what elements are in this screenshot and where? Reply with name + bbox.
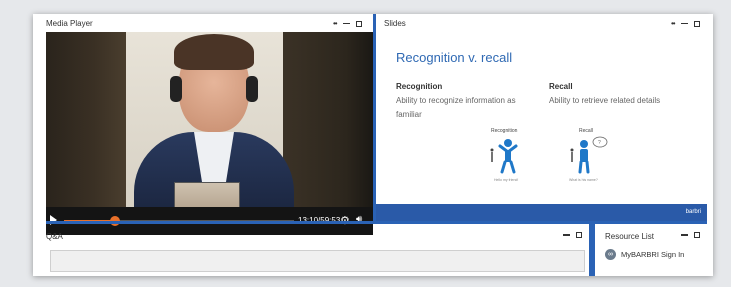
resource-list-title: Resource List (605, 232, 654, 241)
slides-window-controls: •• (671, 19, 700, 28)
recall-figure-caption: What is his name? (569, 178, 598, 182)
qa-input[interactable] (50, 250, 585, 272)
resource-item-label: MyBARBRI Sign In (621, 250, 685, 259)
minimize-icon[interactable] (681, 234, 688, 236)
app-frame: Media Player •• 13:10/59:53 ⚙ � (33, 14, 713, 276)
maximize-icon[interactable] (355, 20, 362, 27)
recall-heading: Recall (549, 82, 573, 91)
media-player-window-controls: •• (333, 19, 362, 28)
maximize-icon[interactable] (693, 20, 700, 27)
horizontal-divider[interactable] (46, 221, 707, 224)
maximize-icon[interactable] (576, 232, 582, 238)
popout-icon[interactable]: •• (333, 19, 338, 28)
resource-list-window-controls (681, 232, 700, 238)
media-player-title: Media Player (46, 19, 93, 28)
popout-icon[interactable]: •• (671, 19, 676, 28)
slide-footer: barbri (376, 204, 707, 221)
qa-title: Q&A (46, 232, 63, 241)
slide-content: Recognition v. recall Recognition Abilit… (376, 32, 707, 204)
barbri-logo: barbri (685, 209, 701, 215)
recognition-figure-label: Recognition (491, 128, 518, 134)
video-shelf-right (283, 32, 373, 207)
qa-window-controls (563, 232, 582, 238)
picture-in-picture[interactable] (174, 182, 240, 207)
recall-text: Ability to retrieve related details (549, 96, 661, 105)
minimize-icon[interactable] (563, 234, 570, 236)
maximize-icon[interactable] (694, 232, 700, 238)
headset-left (170, 76, 182, 102)
media-player: 13:10/59:53 ⚙ 🔊︎ (46, 32, 373, 235)
panel-divider-bottom[interactable] (589, 224, 595, 276)
recognition-text: Ability to recognize information as fami… (396, 96, 516, 119)
slide-heading: Recognition v. recall (396, 50, 513, 65)
recognition-figure-icon (490, 139, 518, 174)
link-icon: ∞ (605, 249, 616, 260)
recognition-heading: Recognition (396, 82, 443, 91)
recall-figure-icon: ? (570, 136, 608, 174)
video-shelf-left (46, 32, 126, 207)
video-frame[interactable] (46, 32, 373, 207)
recognition-figure-caption: Hello my friend! (494, 178, 519, 182)
minimize-icon[interactable] (680, 22, 688, 25)
presenter-hair (174, 34, 254, 70)
svg-text:?: ? (598, 140, 601, 146)
recall-figure-label: Recall (579, 128, 593, 134)
slides-title: Slides (384, 19, 406, 28)
resource-item[interactable]: ∞ MyBARBRI Sign In (605, 249, 684, 260)
headset-right (246, 76, 258, 102)
minimize-icon[interactable] (342, 22, 350, 25)
